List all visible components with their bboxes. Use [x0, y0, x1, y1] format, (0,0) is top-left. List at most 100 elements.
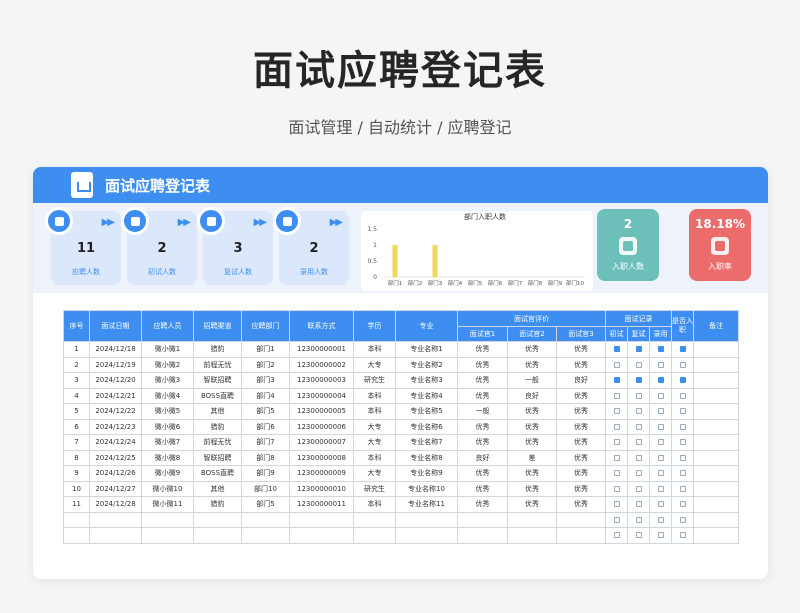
table-cell-major: 专业名称4 — [395, 387, 458, 404]
checkbox[interactable] — [657, 532, 664, 539]
checkbox[interactable] — [679, 408, 686, 415]
table-cell-c3 — [648, 527, 673, 544]
table-cell-dept: 部门5 — [241, 496, 290, 513]
stat-label: 复试人数 — [224, 268, 252, 276]
checkbox[interactable] — [679, 377, 686, 384]
checkbox[interactable] — [679, 532, 686, 539]
checkbox[interactable] — [679, 501, 686, 508]
table-row: 5 2024/12/22 微小微5 其他 部门5 12300000005 本科 专业名称5 一般… — [63, 403, 740, 420]
checkbox[interactable] — [613, 501, 620, 508]
checkbox[interactable] — [679, 454, 686, 461]
table-cell-major — [395, 527, 458, 544]
checkbox[interactable] — [613, 454, 620, 461]
table-cell-remark[interactable] — [693, 356, 740, 373]
table-cell-remark[interactable] — [693, 527, 740, 544]
table-cell-remark[interactable] — [693, 511, 740, 528]
table-cell-remark[interactable] — [693, 341, 740, 358]
checkbox[interactable] — [613, 408, 620, 415]
table-cell-phone: 12300000009 — [289, 465, 354, 482]
table-cell-e2: 优秀 — [507, 465, 557, 482]
checkbox[interactable] — [635, 408, 642, 415]
col-header: 序号 — [63, 310, 90, 342]
bar — [392, 245, 398, 277]
checkbox[interactable] — [613, 423, 620, 430]
y-tick-label: 0.5 — [367, 258, 377, 265]
table-cell-remark[interactable] — [693, 449, 740, 466]
checkbox[interactable] — [635, 361, 642, 368]
table-cell-e2: 优秀 — [507, 403, 557, 420]
checkbox[interactable] — [635, 346, 642, 353]
checkbox[interactable] — [635, 392, 642, 399]
table-cell-c2 — [627, 387, 650, 404]
table-cell-no: 1 — [63, 341, 90, 358]
checkbox[interactable] — [679, 516, 686, 523]
checkbox[interactable] — [635, 439, 642, 446]
table-cell-remark[interactable] — [693, 387, 740, 404]
checkbox[interactable] — [613, 485, 620, 492]
checkbox[interactable] — [635, 423, 642, 430]
checkbox[interactable] — [635, 532, 642, 539]
y-tick-label: 1 — [373, 242, 377, 249]
checkbox[interactable] — [657, 423, 664, 430]
table-cell-name: 微小微1 — [141, 341, 194, 358]
table-cell-remark[interactable] — [693, 434, 740, 451]
checkbox[interactable] — [613, 346, 620, 353]
checkbox[interactable] — [613, 532, 620, 539]
table-cell-dept — [241, 527, 290, 544]
checkbox[interactable] — [613, 470, 620, 477]
checkbox[interactable] — [657, 439, 664, 446]
checkbox[interactable] — [657, 516, 664, 523]
table-cell-remark[interactable] — [693, 403, 740, 420]
checkbox[interactable] — [635, 470, 642, 477]
checkbox[interactable] — [613, 361, 620, 368]
table-cell-j — [671, 480, 695, 497]
table-cell-remark[interactable] — [693, 465, 740, 482]
table-cell-major: 专业名称8 — [395, 449, 458, 466]
checkbox[interactable] — [657, 485, 664, 492]
table-cell-phone — [289, 511, 354, 528]
kpi-value: 2 — [623, 217, 633, 231]
checkbox[interactable] — [657, 454, 664, 461]
checkbox[interactable] — [613, 439, 620, 446]
table-cell-remark[interactable] — [693, 480, 740, 497]
checkbox[interactable] — [657, 346, 664, 353]
table-cell-major: 专业名称5 — [395, 403, 458, 420]
briefcase-icon — [121, 207, 149, 235]
table-cell-no: 8 — [63, 449, 90, 466]
checkbox[interactable] — [657, 361, 664, 368]
table-cell-remark[interactable] — [693, 372, 740, 389]
checkbox[interactable] — [679, 439, 686, 446]
table-cell-dept: 部门4 — [241, 387, 290, 404]
checkbox[interactable] — [679, 485, 686, 492]
checkbox[interactable] — [613, 377, 620, 384]
checkbox[interactable] — [679, 470, 686, 477]
checkbox[interactable] — [635, 377, 642, 384]
checkbox[interactable] — [679, 423, 686, 430]
table-cell-name: 微小微5 — [141, 403, 194, 420]
book-icon — [45, 207, 73, 235]
checkbox[interactable] — [679, 361, 686, 368]
checkbox[interactable] — [679, 392, 686, 399]
checkbox[interactable] — [613, 392, 620, 399]
stat-label: 录用人数 — [300, 268, 328, 276]
table-cell-remark[interactable] — [693, 418, 740, 435]
checkbox[interactable] — [657, 408, 664, 415]
checkbox[interactable] — [657, 377, 664, 384]
checkbox[interactable] — [635, 485, 642, 492]
table-cell-c1 — [605, 527, 628, 544]
checkbox[interactable] — [679, 346, 686, 353]
checkbox[interactable] — [657, 501, 664, 508]
table-cell-channel — [193, 527, 242, 544]
table-cell-phone: 12300000008 — [289, 449, 354, 466]
checkbox[interactable] — [613, 516, 620, 523]
checkbox[interactable] — [635, 516, 642, 523]
checkbox[interactable] — [657, 392, 664, 399]
checkbox[interactable] — [635, 501, 642, 508]
stat-label: 初试人数 — [148, 268, 176, 276]
table-cell-remark[interactable] — [693, 496, 740, 513]
checkbox[interactable] — [635, 454, 642, 461]
checkbox[interactable] — [657, 470, 664, 477]
col-header: 招聘渠道 — [193, 310, 242, 342]
table-cell-j — [671, 372, 695, 389]
table-cell-j — [671, 511, 695, 528]
